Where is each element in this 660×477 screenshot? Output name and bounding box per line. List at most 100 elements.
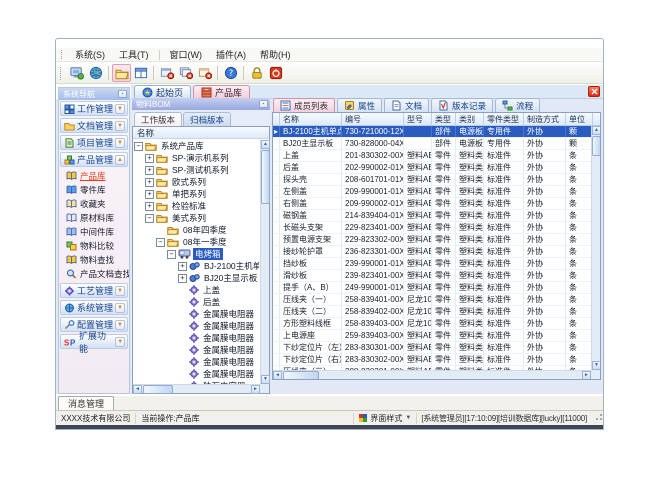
chevron-down-icon[interactable]: ▼	[115, 286, 125, 296]
tree-node-检验标准[interactable]: +检验标准	[134, 200, 259, 212]
expand-icon[interactable]: +	[145, 154, 154, 163]
bom-tab-工作版本[interactable]: 工作版本	[134, 112, 182, 126]
table-row[interactable]: 长磁头支架229-823401-00X塑料ABS零件塑料类标准件外协条	[273, 222, 591, 234]
member-tab-流程[interactable]: 流程	[495, 98, 540, 112]
lock-button[interactable]	[247, 64, 266, 82]
table-row[interactable]: 压线夹（二）258-839402-00X尼龙1010零件塑料类标准件外协条	[273, 306, 591, 318]
expand-icon[interactable]: +	[145, 178, 154, 187]
document-close-button[interactable]	[588, 86, 600, 97]
table-row[interactable]: ▸BJ-2100主机单点730-721000-12X部件电源板专用件外协颗	[273, 126, 591, 138]
help-button[interactable]: ?	[221, 64, 240, 82]
chevron-down-icon[interactable]: ▼	[115, 104, 125, 114]
tree-node-金属膜电阻器[interactable]: 金属膜电阻器	[134, 344, 259, 356]
grid-column-型号[interactable]: 型号	[404, 113, 432, 125]
tree-node-系统产品库[interactable]: −系统产品库	[134, 140, 259, 152]
scroll-down-arrow[interactable]: ▼	[261, 375, 270, 384]
menu-item-window[interactable]: 窗口(W)	[163, 47, 210, 62]
member-tab-文档[interactable]: 文档	[384, 98, 429, 112]
tree-node-电烤箱[interactable]: −电烤箱	[134, 248, 259, 260]
menu-item-system[interactable]: 系统(S)	[68, 47, 112, 62]
tree-horizontal-scrollbar[interactable]: ◄ ►	[133, 384, 260, 393]
table-row[interactable]: 探头壳208-601701-01X塑料ABS零件塑料类标准件外协条	[273, 174, 591, 186]
tree-node-美式系列[interactable]: −美式系列	[134, 212, 259, 224]
expand-icon[interactable]: +	[145, 202, 154, 211]
chevron-down-icon[interactable]: ▼	[115, 337, 125, 347]
table-row[interactable]: BJ20主显示板730-828000-04X部件电源板专用件外协颗	[273, 138, 591, 150]
table-row[interactable]: 上盖201-830302-00X塑料ABS零件塑料类标准件外协条	[273, 150, 591, 162]
tree-node-BJ20主显示板[interactable]: +BJ20主显示板	[134, 272, 259, 284]
table-row[interactable]: 方形塑料线框258-839403-00X尼龙1010零件塑料类标准件外协条	[273, 318, 591, 330]
grid-column-类型[interactable]: 类型	[432, 113, 456, 125]
sidebar-item-产品文档查找[interactable]: 产品文档查找	[59, 267, 129, 281]
tree-vertical-scrollbar[interactable]: ▲ ▼	[260, 140, 269, 384]
scroll-right-arrow[interactable]: ►	[251, 385, 260, 394]
collapse-icon[interactable]: −	[156, 238, 165, 247]
table-row[interactable]: 滑纱板239-823401-00X塑料ABS零件塑料类标准件外协条	[273, 270, 591, 282]
table-row[interactable]: 挡纱板239-990001-01X塑料ABS零件塑料类标准件外协条	[273, 258, 591, 270]
grid-vertical-scrollbar[interactable]: ▲ ▼	[591, 126, 600, 370]
tree-node-BJ-2100主机单点[interactable]: +BJ-2100主机单点	[134, 260, 259, 272]
table-row[interactable]: 压线夹（一）258-839401-00X尼龙1010零件塑料类标准件外协条	[273, 294, 591, 306]
scroll-thumb[interactable]	[143, 385, 173, 394]
bom-options-button[interactable]: ▪	[259, 100, 268, 108]
sidebar-item-中间件库[interactable]: 中间件库	[59, 225, 129, 239]
sidebar-section-工艺管理[interactable]: 工艺管理▼	[60, 283, 128, 298]
grid-horizontal-scrollbar[interactable]: ◄ ►	[273, 370, 591, 379]
expand-icon[interactable]: +	[178, 274, 187, 283]
menu-item-help[interactable]: 帮助(H)	[253, 47, 298, 62]
desktop-button[interactable]	[67, 64, 86, 82]
sidebar-section-扩展功能[interactable]: SP扩展功能▼	[60, 334, 128, 349]
scroll-up-arrow[interactable]: ▲	[261, 140, 270, 149]
doc-tab-产品库[interactable]: 产品库	[193, 85, 250, 98]
tree-node-单把系列[interactable]: +单把系列	[134, 188, 259, 200]
member-tab-属性[interactable]: 属性	[337, 98, 382, 112]
table-row[interactable]: 上电源座259-839403-00X塑料ABS零件塑料类标准件外协条	[273, 330, 591, 342]
menu-item-tools[interactable]: 工具(T)	[112, 47, 156, 62]
member-tab-成员列表[interactable]: 成员列表	[273, 98, 335, 112]
sidebar-section-项目管理[interactable]: 项目管理▼	[60, 135, 128, 150]
table-row[interactable]: 提手（A、B）249-990001-01X塑料ABS零件塑料类标准件外协条	[273, 282, 591, 294]
grid-column-制造方式[interactable]: 制造方式	[524, 113, 566, 125]
sidebar-section-工作管理[interactable]: 工作管理▼	[60, 101, 128, 116]
grid-column-单位[interactable]: 单位	[566, 113, 593, 125]
scroll-left-arrow[interactable]: ◄	[273, 371, 282, 380]
scroll-right-arrow[interactable]: ►	[582, 371, 591, 380]
tree-node-后盖[interactable]: 后盖	[134, 296, 259, 308]
ui-style-selector[interactable]: 界面样式 ▼	[354, 413, 417, 424]
tree-node-SP-测试机系列[interactable]: +SP-测试机系列	[134, 164, 259, 176]
tree-node-08年一季度[interactable]: −08年一季度	[134, 236, 259, 248]
tree-column-header[interactable]: 名称	[133, 127, 269, 139]
grid-column-零件类型[interactable]: 零件类型	[484, 113, 524, 125]
tree-node-SP-演示机系列[interactable]: +SP-演示机系列	[134, 152, 259, 164]
close-other-button[interactable]	[195, 64, 214, 82]
table-row[interactable]: 下纱定位片（左）283-830301-00X塑料ABS零件塑料类标准件外协条	[273, 342, 591, 354]
chevron-up-icon[interactable]: ▲	[115, 155, 125, 165]
table-row[interactable]: 接纱轮护罩236-823301-00X塑料ABS零件塑料类标准件外协条	[273, 246, 591, 258]
bom-tab-归档版本[interactable]: 归档版本	[183, 112, 231, 126]
globe-button[interactable]	[86, 64, 105, 82]
folder-button[interactable]	[112, 64, 131, 82]
doc-tab-起始页[interactable]: 起始页	[134, 85, 191, 98]
tree-node-上盖[interactable]: 上盖	[134, 284, 259, 296]
chevron-down-icon[interactable]: ▼	[115, 303, 125, 313]
chevron-down-icon[interactable]: ▼	[115, 121, 125, 131]
tree-node-金属膜电阻器[interactable]: 金属膜电阻器	[134, 356, 259, 368]
exit-button[interactable]	[266, 64, 285, 82]
tree-node-08年四季度[interactable]: 08年四季度	[134, 224, 259, 236]
sidebar-item-产品库[interactable]: 产品库	[59, 169, 129, 183]
scroll-up-arrow[interactable]: ▲	[592, 126, 601, 135]
close-doc-button[interactable]	[157, 64, 176, 82]
member-tab-版本记录[interactable]: 版本记录	[431, 98, 493, 112]
collapse-icon[interactable]: −	[134, 142, 143, 151]
layout-button[interactable]	[131, 64, 150, 82]
scroll-thumb[interactable]	[261, 150, 270, 204]
sidebar-item-原材料库[interactable]: 原材料库	[59, 211, 129, 225]
tree-node-金属膜电阻器[interactable]: 金属膜电阻器	[134, 308, 259, 320]
sidebar-item-收藏夹[interactable]: 收藏夹	[59, 197, 129, 211]
collapse-icon[interactable]: −	[145, 214, 154, 223]
table-row[interactable]: 下纱定位片（右）283-830302-00X塑料ABS零件塑料类标准件外协条	[273, 354, 591, 366]
table-row[interactable]: 磁钢盖214-839404-01X塑料ABS零件塑料类标准件外协条	[273, 210, 591, 222]
expand-icon[interactable]: +	[178, 262, 187, 271]
expand-icon[interactable]: +	[145, 166, 154, 175]
sidebar-section-文档管理[interactable]: 文档管理▼	[60, 118, 128, 133]
